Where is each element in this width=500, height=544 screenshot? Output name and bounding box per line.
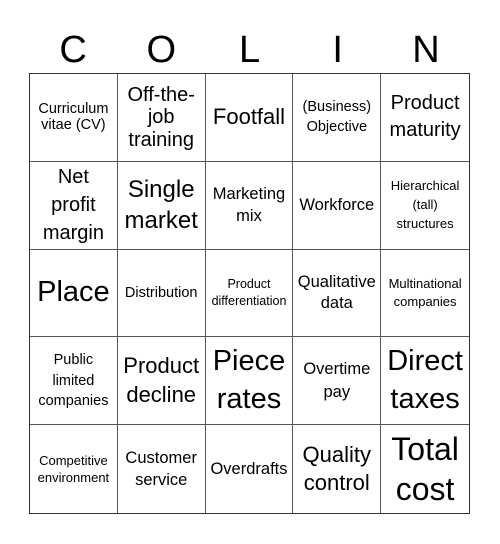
bingo-cell[interactable]: Curriculum vitae (CV) (30, 74, 118, 162)
header-letter: I (332, 29, 343, 71)
bingo-cell[interactable]: Total cost (381, 425, 469, 513)
bingo-cell[interactable]: Hierarchical (tall) structures (381, 162, 469, 250)
bingo-cell[interactable]: Distribution (117, 249, 206, 338)
bingo-header: C O L I N (29, 28, 470, 72)
bingo-cell[interactable]: Multinational companies (381, 250, 469, 338)
bingo-cell[interactable]: Single market (117, 161, 206, 250)
bingo-cell[interactable]: Overtime pay (293, 337, 382, 426)
bingo-cell[interactable]: Footfall (205, 74, 294, 162)
bingo-cell[interactable]: Workforce (293, 161, 382, 250)
header-letter: C (59, 29, 87, 71)
bingo-cell[interactable]: Customer service (118, 425, 206, 513)
bingo-cell[interactable]: (Business) Objective (293, 74, 382, 162)
bingo-cell[interactable]: Place (30, 249, 118, 338)
bingo-cell[interactable]: Product differentiation (205, 249, 294, 338)
bingo-cell[interactable]: Product maturity (381, 74, 469, 162)
bingo-cell[interactable]: Piece rates (205, 337, 294, 426)
bingo-cell[interactable]: Direct taxes (381, 337, 469, 426)
bingo-cell[interactable]: Product decline (117, 337, 206, 426)
bingo-cell[interactable]: Public limited companies (30, 337, 118, 426)
header-letter: L (238, 29, 261, 71)
bingo-cell[interactable]: Quality control (293, 425, 382, 513)
bingo-cell[interactable]: Net profit margin (30, 161, 118, 250)
bingo-cell[interactable]: Off-the-job training (117, 74, 206, 162)
bingo-cell[interactable]: Qualitative data (293, 249, 382, 338)
header-letter: O (146, 29, 177, 71)
bingo-cell[interactable]: Competitive environment (30, 425, 118, 513)
bingo-grid: Curriculum vitae (CV) Off-the-job traini… (29, 73, 470, 514)
bingo-cell[interactable]: Marketing mix (205, 161, 294, 250)
bingo-cell[interactable]: Overdrafts (206, 425, 294, 513)
header-letter: N (412, 29, 440, 71)
